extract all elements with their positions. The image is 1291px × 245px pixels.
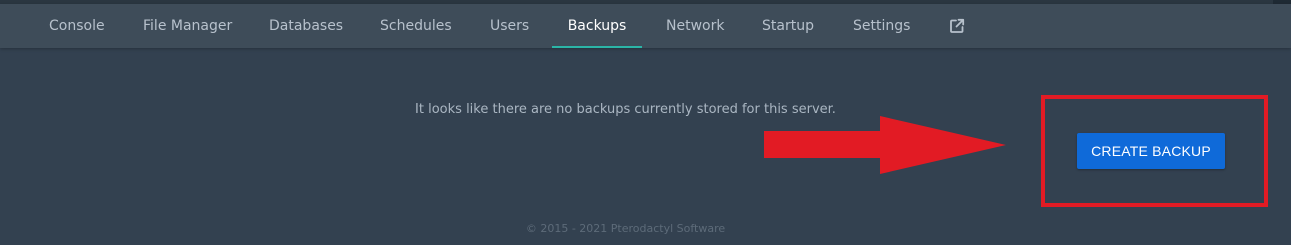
tab-console[interactable]: Console (49, 4, 105, 48)
tab-settings[interactable]: Settings (853, 4, 910, 48)
tab-file-manager[interactable]: File Manager (143, 4, 232, 48)
tab-label: Settings (853, 18, 911, 34)
tab-schedules[interactable]: Schedules (380, 4, 452, 48)
tab-backups[interactable]: Backups (552, 4, 642, 48)
tab-label: Startup (762, 18, 814, 34)
tab-label: Console (49, 18, 105, 34)
tab-users[interactable]: Users (490, 4, 529, 48)
no-backups-message: It looks like there are no backups curre… (415, 102, 836, 117)
active-tab-indicator (552, 46, 642, 48)
create-backup-button[interactable]: CREATE BACKUP (1077, 133, 1225, 169)
tab-label: Schedules (380, 18, 452, 34)
tab-network[interactable]: Network (666, 4, 724, 48)
tab-label: Backups (567, 18, 627, 34)
tab-label: Network (666, 18, 725, 34)
footer-copyright: © 2015 - 2021 Pterodactyl Software (525, 222, 726, 235)
tab-label: Users (490, 18, 530, 34)
server-subnav: Console File Manager Databases Schedules… (0, 4, 1291, 48)
arrow-right-icon (764, 116, 1006, 174)
tab-databases[interactable]: Databases (269, 4, 343, 48)
tab-label: Databases (269, 18, 344, 34)
tab-label: File Manager (143, 18, 233, 34)
external-link-icon[interactable] (949, 18, 965, 34)
tab-startup[interactable]: Startup (762, 4, 814, 48)
